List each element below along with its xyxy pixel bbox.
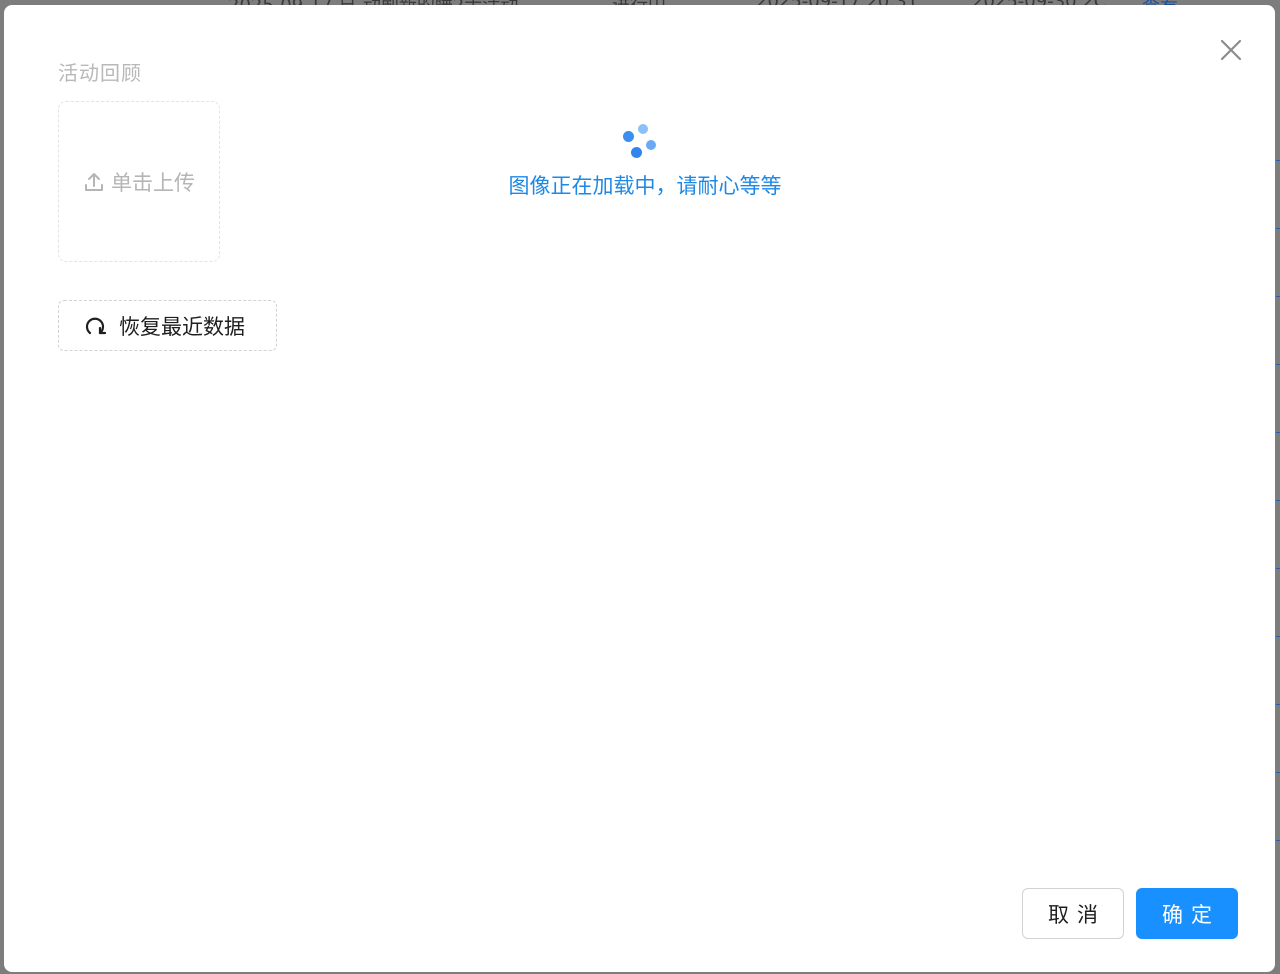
confirm-button[interactable]: 确定 [1136,888,1238,939]
upload-icon [85,172,103,191]
close-button[interactable] [1217,36,1245,64]
background-edge-line [1276,228,1280,229]
upload-label: 单击上传 [111,170,195,195]
refresh-icon [85,317,107,334]
background-edge-line [1276,296,1280,297]
upload-area[interactable]: 单击上传 [58,101,220,262]
background-edge-line [1276,840,1280,841]
background-edge-line [1276,364,1280,365]
loading-text: 图像正在加载中，请耐心等等 [508,174,782,198]
cancel-button[interactable]: 取消 [1022,888,1124,939]
spinner-dot [631,147,642,158]
close-icon [1220,39,1242,61]
background-edge-line [1276,568,1280,569]
spinner-dot [623,131,634,142]
loading-spinner-icon [618,120,658,160]
background-edge-line [1276,500,1280,501]
upload-button[interactable]: 单击上传 [83,167,195,197]
background-edge-line [1276,160,1280,161]
restore-label: 恢复最近数据 [119,314,245,339]
background-edge-line [1276,772,1280,773]
activity-review-modal: 活动回顾 单击上传 恢复最近数据 图像正在加载中，请耐心等等 取消 确定 [4,5,1275,972]
field-label: 活动回顾 [58,61,142,85]
background-edge-line [1276,704,1280,705]
loading-indicator: 图像正在加载中，请耐心等等 [480,120,810,200]
background-edge-line [1276,432,1280,433]
spinner-dot [646,140,656,150]
spinner-dot [638,124,648,134]
restore-recent-data-button[interactable]: 恢复最近数据 [58,300,277,351]
background-edge-line [1276,636,1280,637]
